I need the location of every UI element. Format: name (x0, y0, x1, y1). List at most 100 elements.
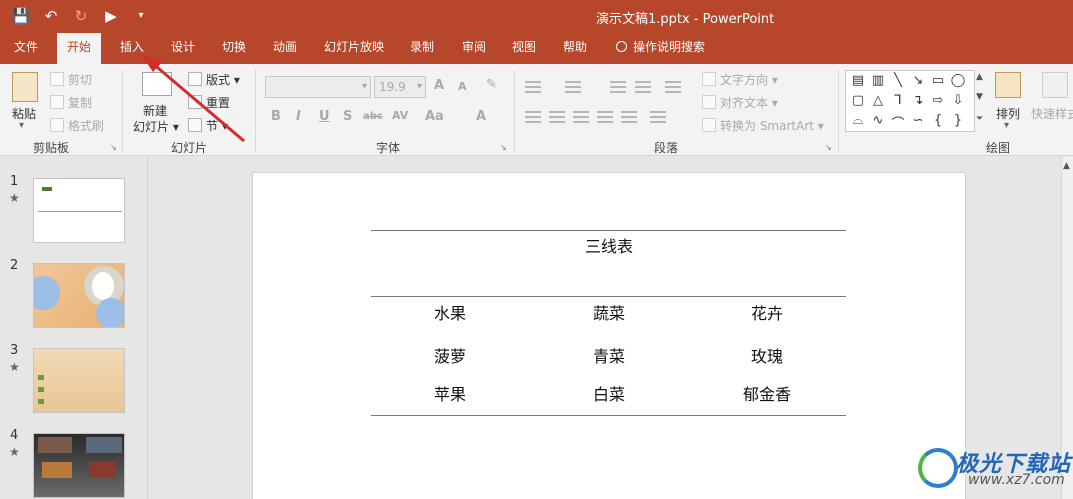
oval-icon[interactable]: ◯ (949, 73, 967, 88)
line-icon[interactable]: ╲ (889, 73, 907, 88)
numbering-icon[interactable] (565, 81, 581, 93)
tab-file[interactable]: 文件 (4, 33, 48, 64)
tab-review[interactable]: 审阅 (452, 33, 496, 64)
tab-transitions[interactable]: 切换 (212, 33, 256, 64)
table-cell[interactable]: 玫瑰 (707, 343, 827, 367)
layout-button[interactable]: 版式 ▾ (188, 71, 240, 88)
table-cell[interactable]: 苹果 (390, 381, 510, 405)
new-slide-icon[interactable] (142, 72, 172, 96)
increase-indent-icon[interactable] (635, 81, 651, 93)
table-header-cell[interactable]: 水果 (390, 300, 510, 324)
slide-thumbnail-3[interactable] (33, 348, 125, 413)
left-brace-icon[interactable]: { (929, 113, 947, 128)
tab-animations[interactable]: 动画 (263, 33, 307, 64)
bullets-icon[interactable] (525, 81, 541, 93)
char-spacing-button[interactable]: AV (392, 109, 408, 122)
redo-icon[interactable]: ↻ (70, 6, 92, 26)
gallery-more-icon[interactable]: ⏷ (976, 114, 983, 124)
tab-design[interactable]: 设计 (161, 33, 205, 64)
arrange-icon[interactable] (995, 72, 1021, 98)
current-slide[interactable] (252, 172, 966, 499)
align-center-icon[interactable] (549, 111, 565, 123)
shapes-gallery[interactable]: ▤ ▥ ╲ ↘ ▭ ◯ ▢ △ ⅂ ↴ ⇨ ⇩ ⌓ ∿ ⌒ ∽ { } (845, 70, 975, 132)
font-launcher-icon[interactable]: ↘ (500, 143, 507, 152)
vertical-textbox-icon[interactable]: ▥ (869, 73, 887, 88)
down-arrow-icon[interactable]: ⇩ (949, 93, 967, 108)
shrink-font-button[interactable]: A (458, 80, 467, 93)
align-right-icon[interactable] (573, 111, 589, 123)
tab-view[interactable]: 视图 (502, 33, 546, 64)
save-icon[interactable]: 💾 (10, 6, 32, 26)
text-direction-button[interactable]: 文字方向 ▾ (702, 71, 778, 88)
right-arrow-icon[interactable]: ⇨ (929, 93, 947, 108)
present-from-start-icon[interactable]: ▶ (100, 6, 122, 26)
table-header-cell[interactable]: 花卉 (707, 300, 827, 324)
underline-button[interactable]: U (319, 109, 330, 124)
rectangle-icon[interactable]: ▭ (929, 73, 947, 88)
gallery-scroll-up-icon[interactable]: ▲ (976, 72, 983, 82)
clear-formatting-icon[interactable]: ✎ (486, 77, 497, 92)
slide-thumbnail-2[interactable] (33, 263, 125, 328)
tab-help[interactable]: 帮助 (553, 33, 597, 64)
tell-me-search[interactable]: 操作说明搜索 (606, 33, 715, 64)
tab-home[interactable]: 开始 (57, 33, 102, 65)
decrease-indent-icon[interactable] (610, 81, 626, 93)
scroll-up-icon[interactable]: ▲ (1063, 161, 1070, 171)
line-spacing-icon[interactable] (665, 81, 681, 93)
new-slide-button-line2[interactable]: 幻灯片 ▾ (133, 118, 179, 135)
tab-record[interactable]: 录制 (400, 33, 444, 64)
gallery-scroll-down-icon[interactable]: ▼ (976, 92, 983, 102)
table-cell[interactable]: 白菜 (549, 381, 669, 405)
cut-button[interactable]: 剪切 (50, 71, 92, 88)
tab-slideshow[interactable]: 幻灯片放映 (314, 33, 394, 64)
table-cell[interactable]: 青菜 (549, 343, 669, 367)
table-title[interactable]: 三线表 (549, 233, 669, 257)
section-button[interactable]: 节 ▾ (188, 117, 228, 134)
customize-qat-icon[interactable]: ▾ (130, 6, 152, 26)
elbow-connector-icon[interactable]: ⅂ (889, 93, 907, 108)
bold-button[interactable]: B (271, 109, 281, 124)
quick-styles-button[interactable]: 快速样式 (1031, 105, 1073, 122)
change-case-button[interactable]: Aa (425, 109, 444, 124)
rounded-rectangle-icon[interactable]: ▢ (849, 93, 867, 108)
quick-styles-icon[interactable] (1042, 72, 1068, 98)
text-shadow-button[interactable]: S (343, 109, 352, 124)
textbox-icon[interactable]: ▤ (849, 73, 867, 88)
arrange-dropdown-icon[interactable]: ▾ (1004, 120, 1009, 131)
grow-font-button[interactable]: A (434, 78, 444, 93)
slide-thumbnail-1[interactable] (33, 178, 125, 243)
arrow-line-icon[interactable]: ↘ (909, 73, 927, 88)
freeform-icon[interactable]: ⌓ (849, 113, 867, 128)
align-left-icon[interactable] (525, 111, 541, 123)
align-text-button[interactable]: 对齐文本 ▾ (702, 94, 778, 111)
distribute-icon[interactable] (621, 111, 637, 123)
triangle-icon[interactable]: △ (869, 93, 887, 108)
table-cell[interactable]: 郁金香 (707, 381, 827, 405)
tab-insert[interactable]: 插入 (110, 33, 154, 64)
new-slide-button[interactable]: 新建 (143, 102, 167, 119)
table-cell[interactable]: 菠萝 (390, 343, 510, 367)
paste-dropdown-icon[interactable]: ▾ (19, 120, 24, 131)
scribble-icon[interactable]: ∿ (869, 113, 887, 128)
reset-button[interactable]: 重置 (188, 94, 230, 111)
font-name-select[interactable] (265, 76, 371, 98)
paste-icon[interactable] (12, 72, 38, 102)
justify-icon[interactable] (597, 111, 613, 123)
font-size-select[interactable]: 19.9 (374, 76, 426, 98)
undo-icon[interactable]: ↶ (40, 6, 62, 26)
slide-thumbnail-4[interactable] (33, 433, 125, 498)
format-painter-button[interactable]: 格式刷 (50, 117, 104, 134)
table-header-cell[interactable]: 蔬菜 (549, 300, 669, 324)
italic-button[interactable]: I (296, 109, 301, 124)
clipboard-launcher-icon[interactable]: ↘ (110, 143, 117, 152)
paragraph-launcher-icon[interactable]: ↘ (825, 143, 832, 152)
copy-button[interactable]: 复制 (50, 94, 92, 111)
convert-smartart-button[interactable]: 转换为 SmartArt ▾ (702, 117, 824, 134)
curve-icon[interactable]: ∽ (909, 113, 927, 128)
arc-icon[interactable]: ⌒ (889, 113, 907, 132)
columns-icon[interactable] (650, 111, 666, 123)
strikethrough-button[interactable]: abc (363, 111, 383, 122)
elbow-arrow-icon[interactable]: ↴ (909, 93, 927, 108)
font-color-button[interactable]: A (476, 109, 486, 124)
right-brace-icon[interactable]: } (949, 113, 967, 128)
